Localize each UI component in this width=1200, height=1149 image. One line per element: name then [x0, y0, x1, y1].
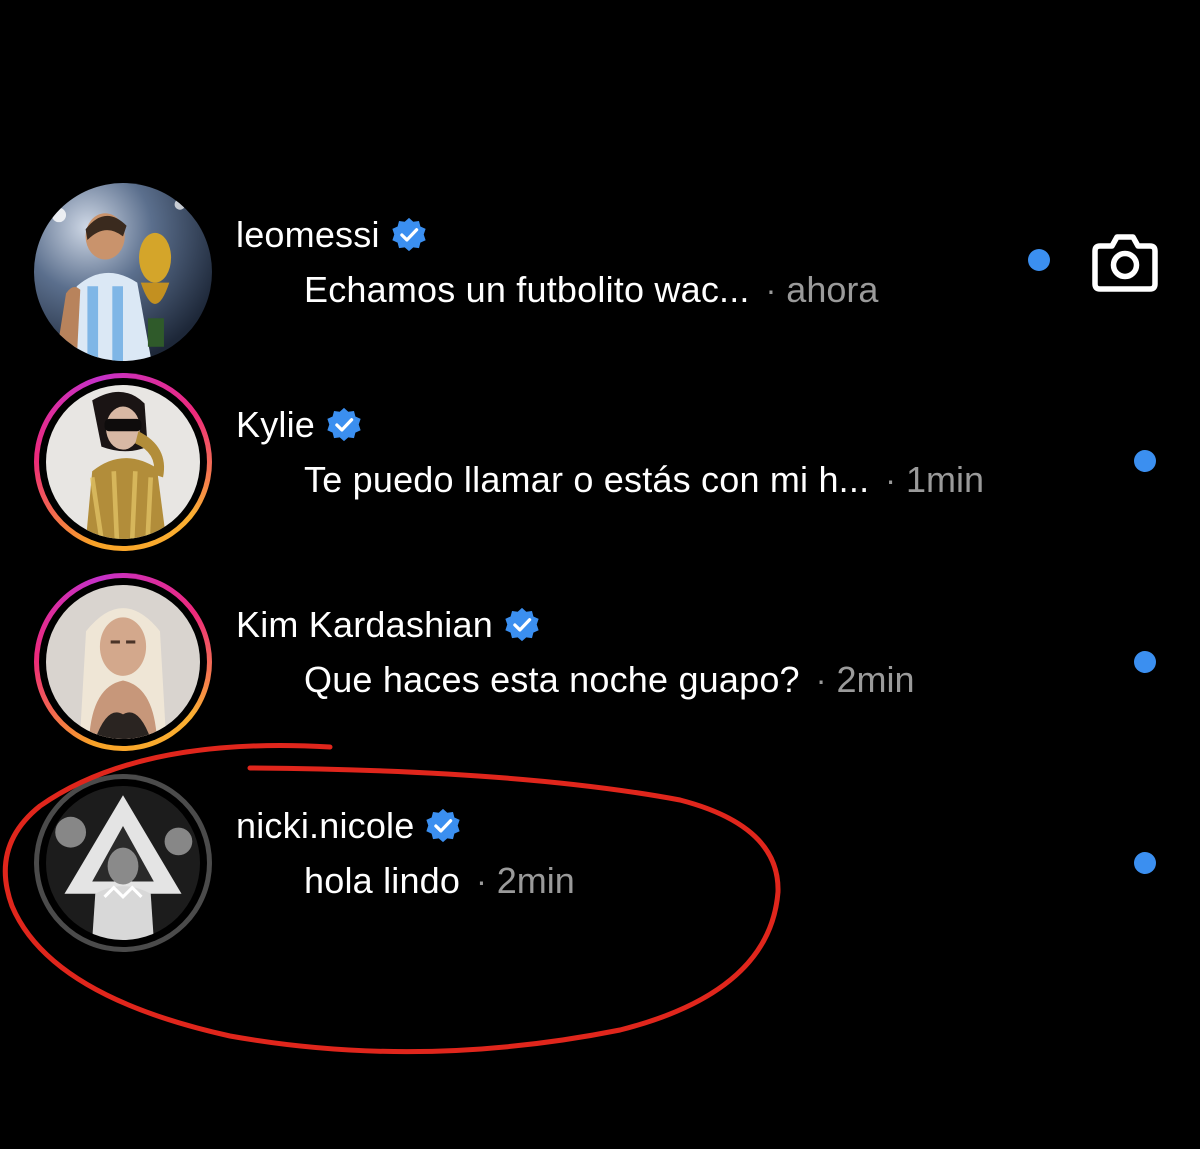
- unread-dot: [1134, 651, 1156, 673]
- avatar-photo-icon: [46, 786, 200, 940]
- username: leomessi: [236, 214, 380, 255]
- message-preview: hola lindo: [304, 860, 461, 901]
- avatar-image: [46, 585, 200, 739]
- thread-row-kim-kardashian[interactable]: Kim Kardashian Que haces esta noche guap…: [0, 573, 1200, 775]
- message-preview-line: Que haces esta noche guapo? · 2min: [304, 657, 914, 703]
- separator: ·: [815, 661, 827, 698]
- camera-button[interactable]: [1092, 232, 1158, 292]
- dm-thread-list: leomessi Echamos un futbolito wac... · a…: [0, 0, 1200, 1149]
- avatar-photo-icon: [46, 585, 200, 739]
- verified-badge-icon: [325, 406, 363, 444]
- timestamp: 2min: [496, 860, 575, 901]
- avatar-image: [46, 385, 200, 539]
- verified-badge-icon: [390, 216, 428, 254]
- message-preview-line: Echamos un futbolito wac... · ahora: [304, 267, 878, 313]
- timestamp: 1min: [905, 459, 984, 500]
- unread-dot: [1028, 249, 1050, 271]
- thread-header: Kim Kardashian: [236, 602, 541, 648]
- username: nicki.nicole: [236, 805, 415, 846]
- message-preview: Que haces esta noche guapo?: [304, 659, 800, 700]
- message-preview-line: hola lindo · 2min: [304, 858, 575, 904]
- thread-row-leomessi[interactable]: leomessi Echamos un futbolito wac... · a…: [0, 183, 1200, 385]
- separator: ·: [765, 271, 777, 308]
- timestamp: ahora: [786, 269, 879, 310]
- verified-badge-icon: [503, 606, 541, 644]
- unread-dot: [1134, 852, 1156, 874]
- avatar-image: [46, 786, 200, 940]
- username: Kim Kardashian: [236, 604, 493, 645]
- avatar-nicki-nicole[interactable]: [34, 774, 212, 952]
- avatar-kim-kardashian[interactable]: [34, 573, 212, 751]
- avatar-image: [34, 183, 212, 361]
- username: Kylie: [236, 404, 316, 445]
- message-preview: Te puedo llamar o estás con mi h...: [304, 459, 870, 500]
- thread-header: Kylie: [236, 402, 363, 448]
- message-preview-line: Te puedo llamar o estás con mi h... · 1m…: [304, 457, 984, 503]
- avatar-photo-icon: [34, 183, 212, 361]
- thread-row-nicki-nicole[interactable]: nicki.nicole hola lindo · 2min: [0, 774, 1200, 976]
- separator: ·: [476, 862, 487, 899]
- avatar-leomessi[interactable]: [34, 183, 212, 361]
- unread-dot: [1134, 450, 1156, 472]
- thread-header: leomessi: [236, 212, 428, 258]
- avatar-photo-icon: [46, 385, 200, 539]
- timestamp: 2min: [836, 659, 915, 700]
- separator: ·: [885, 461, 896, 498]
- message-preview: Echamos un futbolito wac...: [304, 269, 750, 310]
- thread-row-kylie[interactable]: Kylie Te puedo llamar o estás con mi h..…: [0, 373, 1200, 575]
- avatar-kylie[interactable]: [34, 373, 212, 551]
- thread-header: nicki.nicole: [236, 803, 462, 849]
- verified-badge-icon: [424, 807, 462, 845]
- camera-icon: [1092, 234, 1158, 292]
